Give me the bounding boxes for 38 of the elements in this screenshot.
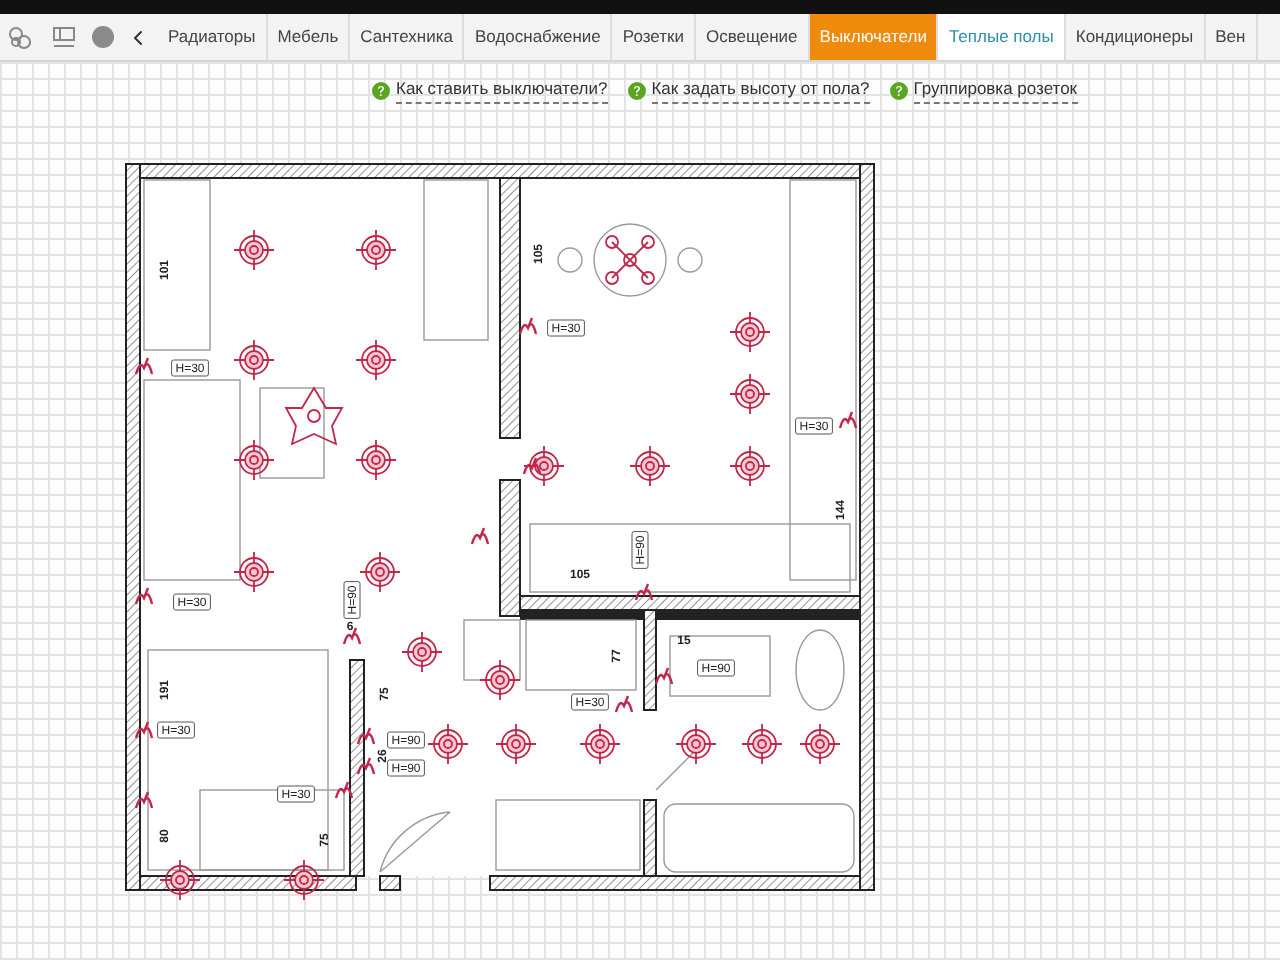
category-tab[interactable]: Теплые полы [938,14,1066,60]
sink [669,635,771,697]
switch-icon[interactable] [522,456,542,476]
chair [557,247,583,273]
cabinet [463,619,521,681]
switch-icon[interactable] [134,720,154,740]
help-link[interactable]: Как задать высоту от пола? [651,76,870,104]
wall [379,875,401,891]
switch-icon[interactable] [356,756,376,776]
round-badge-icon[interactable] [92,26,114,48]
help-icon[interactable] [627,81,646,99]
switch-icon[interactable] [518,316,538,336]
layout-icon[interactable] [52,25,76,49]
chandelier-icon[interactable] [284,386,344,446]
door-swing [379,811,451,873]
switch-icon[interactable] [614,694,634,714]
help-link[interactable]: Как ставить выключатели? [396,76,608,104]
switch-icon[interactable] [134,790,154,810]
help-icon[interactable] [372,81,390,99]
switch-icon[interactable] [470,526,490,546]
switch-icon[interactable] [654,666,674,686]
light-fixture-icon[interactable] [159,859,201,901]
switch-icon[interactable] [134,356,154,376]
switch-icon[interactable] [356,726,376,746]
table [259,387,325,479]
switch-icon[interactable] [334,780,354,800]
switch-icon[interactable] [134,586,154,606]
help-icon[interactable] [889,81,908,99]
chair [677,247,703,273]
light-fixture-icon[interactable] [283,859,325,901]
chandelier-icon[interactable] [605,235,655,285]
dining-table [593,223,667,297]
help-link[interactable]: Группировка розеток [913,76,1078,104]
switch-icon[interactable] [838,410,858,430]
toilet [795,629,845,711]
washing-machine [525,619,637,691]
door [655,749,697,791]
switch-icon[interactable] [634,582,654,602]
